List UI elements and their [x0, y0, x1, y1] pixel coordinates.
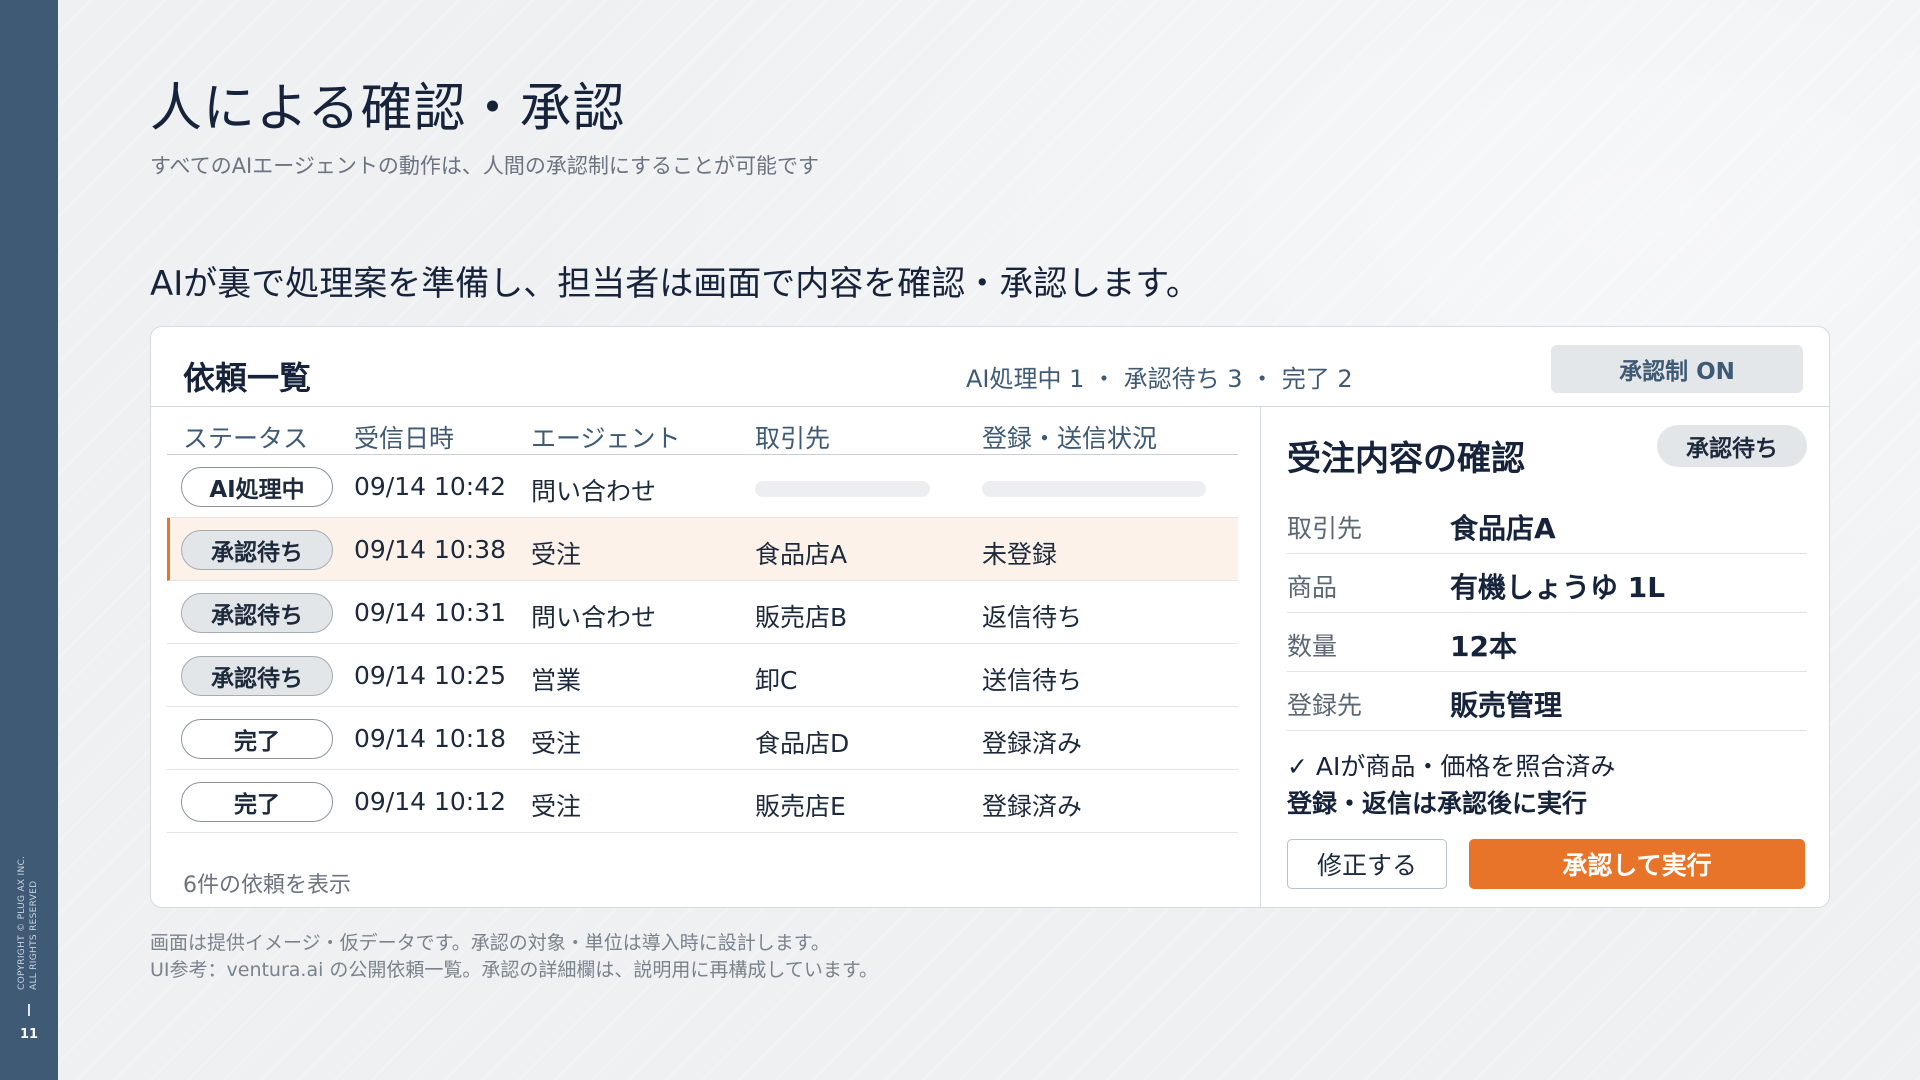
- status-badge: 承認待ち: [181, 656, 333, 696]
- status-badge: 承認待ち: [181, 593, 333, 633]
- column-header-client[interactable]: 取引先: [755, 419, 830, 455]
- page-divider: [28, 1004, 30, 1016]
- status-badge: 完了: [181, 782, 333, 822]
- page-title: 人による確認・承認: [150, 79, 626, 139]
- column-header-agent[interactable]: エージェント: [531, 419, 681, 455]
- cell-datetime: 09/14 10:18: [354, 724, 507, 753]
- field-value: 12本: [1450, 630, 1517, 663]
- cell-datetime: 09/14 10:38: [354, 535, 507, 564]
- copyright-notice: COPYRIGHT © PLUG AX INC. ALL RIGHTS RESE…: [16, 855, 40, 990]
- table-row-selected[interactable]: 承認待ち 09/14 10:38 受注 食品店A 未登録: [167, 518, 1238, 581]
- cell-state: 登録済み: [982, 729, 1083, 758]
- cell-client: 食品店A: [755, 540, 848, 569]
- cell-state: 送信待ち: [982, 666, 1083, 695]
- table-row[interactable]: 完了 09/14 10:18 受注 食品店D 登録済み: [167, 707, 1238, 770]
- cell-client: 販売店E: [755, 792, 846, 821]
- execution-note: 登録・返信は承認後に実行: [1287, 789, 1588, 818]
- loading-placeholder-state: [982, 481, 1206, 497]
- status-badge: 承認待ち: [181, 530, 333, 570]
- table-row[interactable]: AI処理中 09/14 10:42 問い合わせ: [167, 455, 1238, 518]
- cell-state: 登録済み: [982, 792, 1083, 821]
- field-label: 数量: [1287, 632, 1338, 661]
- cell-agent: 問い合わせ: [531, 603, 657, 632]
- field-label: 取引先: [1287, 514, 1363, 543]
- cell-datetime: 09/14 10:25: [354, 661, 507, 690]
- panel-title: 依頼一覧: [183, 359, 312, 397]
- table-header: ステータス 受信日時 エージェント 取引先 登録・送信状況: [167, 407, 1238, 455]
- page-number: 11: [19, 1027, 39, 1042]
- cell-client: 販売店B: [755, 603, 848, 632]
- cell-state: 返信待ち: [982, 603, 1083, 632]
- column-header-datetime[interactable]: 受信日時: [354, 419, 454, 455]
- approval-mode-toggle[interactable]: 承認制 ON: [1551, 345, 1803, 393]
- copyright-line-1: COPYRIGHT © PLUG AX INC.: [17, 855, 27, 990]
- detail-field-destination: 登録先 販売管理: [1287, 672, 1807, 731]
- cell-agent: 受注: [531, 540, 582, 569]
- table-row[interactable]: 承認待ち 09/14 10:31 問い合わせ 販売店B 返信待ち: [167, 581, 1238, 644]
- status-summary: AI処理中 1 ・ 承認待ち 3 ・ 完了 2: [966, 365, 1353, 393]
- field-label: 商品: [1287, 573, 1338, 602]
- cell-agent: 受注: [531, 792, 582, 821]
- sidebar: COPYRIGHT © PLUG AX INC. ALL RIGHTS RESE…: [0, 0, 58, 1080]
- cell-datetime: 09/14 10:12: [354, 787, 507, 816]
- order-detail-pane: 受注内容の確認 承認待ち 取引先 食品店A 商品 有機しょうゆ 1L 数量 12…: [1260, 407, 1829, 907]
- approve-execute-button[interactable]: 承認して実行: [1469, 839, 1805, 889]
- table-row[interactable]: 承認待ち 09/14 10:25 営業 卸C 送信待ち: [167, 644, 1238, 707]
- detail-field-product: 商品 有機しょうゆ 1L: [1287, 554, 1807, 613]
- request-table: ステータス 受信日時 エージェント 取引先 登録・送信状況 AI処理中 09/1…: [167, 407, 1238, 907]
- cell-agent: 受注: [531, 729, 582, 758]
- field-value: 食品店A: [1450, 512, 1556, 545]
- cell-datetime: 09/14 10:42: [354, 472, 507, 501]
- ai-verified-note: ✓ AIが商品・価格を照合済み: [1287, 752, 1616, 781]
- detail-field-client: 取引先 食品店A: [1287, 495, 1807, 554]
- field-value: 販売管理: [1450, 689, 1563, 722]
- field-label: 登録先: [1287, 691, 1363, 720]
- column-header-status[interactable]: ステータス: [183, 419, 308, 455]
- table-row-count: 6件の依頼を表示: [183, 873, 351, 898]
- table-row[interactable]: 完了 09/14 10:12 受注 販売店E 登録済み: [167, 770, 1238, 833]
- page-subtitle: すべてのAIエージェントの動作は、人間の承認制にすることが可能です: [150, 154, 820, 178]
- field-value: 有機しょうゆ 1L: [1450, 571, 1666, 604]
- status-badge: 完了: [181, 719, 333, 759]
- lead-text: AIが裏で処理案を準備し、担当者は画面で内容を確認・承認します。: [150, 264, 1200, 304]
- detail-status-badge: 承認待ち: [1657, 425, 1807, 467]
- detail-field-quantity: 数量 12本: [1287, 613, 1807, 672]
- cell-client: 食品店D: [755, 729, 850, 758]
- cell-client: 卸C: [755, 666, 798, 695]
- status-badge: AI処理中: [181, 467, 333, 507]
- cell-agent: 営業: [531, 666, 582, 695]
- column-header-state[interactable]: 登録・送信状況: [982, 419, 1157, 455]
- footnote-2: UI参考：ventura.ai の公開依頼一覧。承認の詳細欄は、説明用に再構成し…: [150, 959, 878, 981]
- edit-button[interactable]: 修正する: [1287, 839, 1447, 889]
- loading-placeholder-client: [755, 481, 930, 497]
- copyright-line-2: ALL RIGHTS RESERVED: [29, 880, 39, 990]
- cell-agent: 問い合わせ: [531, 477, 657, 506]
- footnote-1: 画面は提供イメージ・仮データです。承認の対象・単位は導入時に設計します。: [150, 932, 830, 954]
- request-panel: 依頼一覧 AI処理中 1 ・ 承認待ち 3 ・ 完了 2 承認制 ON ステータ…: [150, 326, 1830, 908]
- panel-header: 依頼一覧 AI処理中 1 ・ 承認待ち 3 ・ 完了 2 承認制 ON: [151, 327, 1829, 407]
- detail-title: 受注内容の確認: [1287, 439, 1525, 479]
- cell-datetime: 09/14 10:31: [354, 598, 507, 627]
- cell-state: 未登録: [982, 540, 1058, 569]
